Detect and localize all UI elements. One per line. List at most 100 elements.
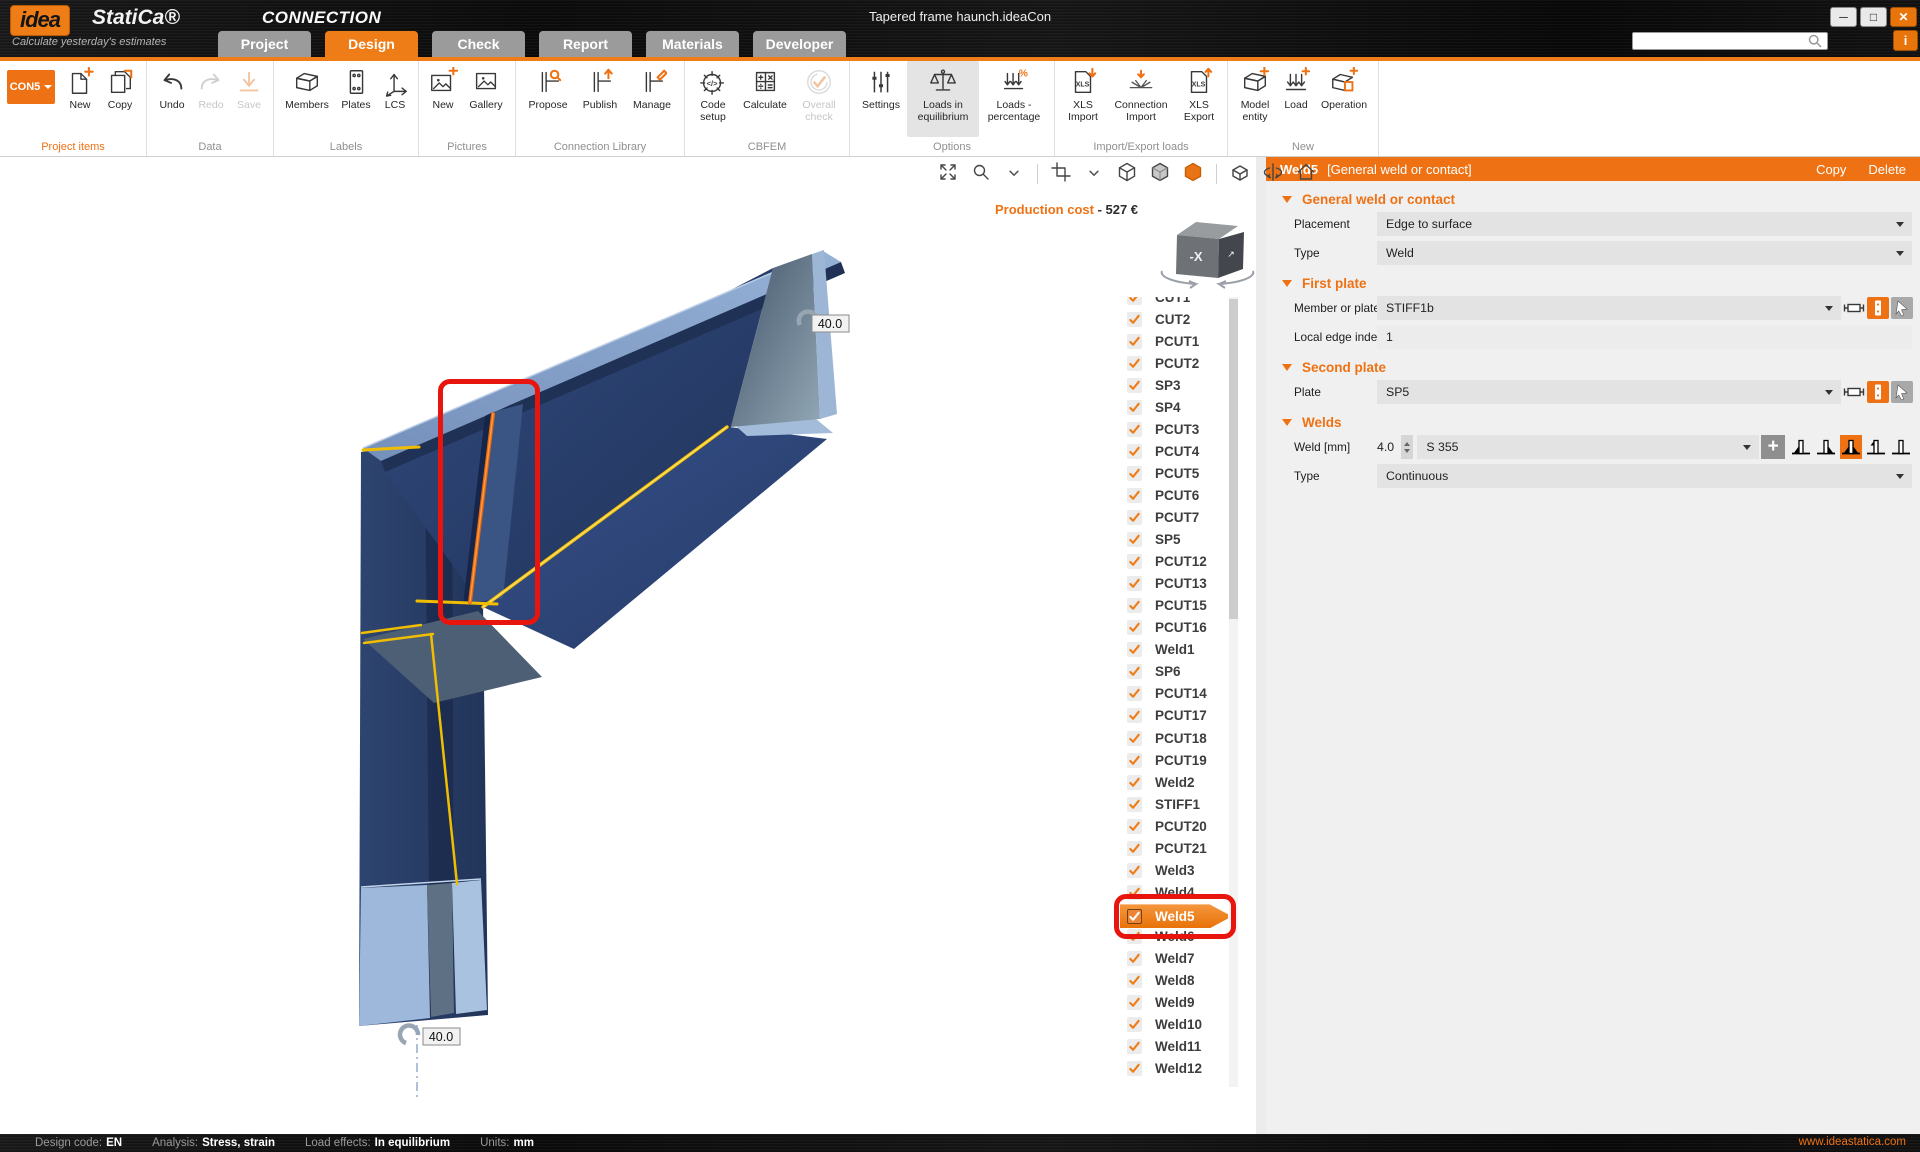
visibility-checkbox[interactable] xyxy=(1127,312,1142,327)
navigation-cube[interactable]: -X ↗ xyxy=(1162,222,1254,288)
visibility-checkbox[interactable] xyxy=(1127,598,1142,613)
tree-item-pcut15[interactable]: PCUT15 xyxy=(1120,596,1224,616)
visibility-checkbox[interactable] xyxy=(1127,731,1142,746)
visibility-checkbox[interactable] xyxy=(1127,554,1142,569)
visibility-checkbox[interactable] xyxy=(1127,951,1142,966)
plate-view-icon[interactable] xyxy=(1867,381,1889,403)
propose-button[interactable]: Propose xyxy=(521,61,575,137)
copy-button[interactable]: Copy xyxy=(1816,162,1846,177)
tree-item-pcut18[interactable]: PCUT18 xyxy=(1120,728,1224,748)
placement-select[interactable]: Edge to surface xyxy=(1377,212,1912,236)
plate-view-icon[interactable] xyxy=(1867,297,1889,319)
tree-item-weld3[interactable]: Weld3 xyxy=(1120,860,1224,880)
section-header-second-plate[interactable]: Second plate xyxy=(1282,360,1920,375)
weld-size-stepper[interactable] xyxy=(1401,435,1414,459)
tree-item-weld1[interactable]: Weld1 xyxy=(1120,640,1224,660)
tree-item-sp4[interactable]: SP4 xyxy=(1120,397,1224,417)
tab-developer[interactable]: Developer xyxy=(753,31,846,57)
tree-item-pcut2[interactable]: PCUT2 xyxy=(1120,353,1224,373)
visibility-checkbox[interactable] xyxy=(1127,297,1142,305)
tree-item-pcut14[interactable]: PCUT14 xyxy=(1120,684,1224,704)
loads-in-equilibrium-button[interactable]: Loads in equilibrium xyxy=(907,61,979,137)
tree-item-sp6[interactable]: SP6 xyxy=(1120,662,1224,682)
undo-button[interactable]: Undo xyxy=(152,61,192,137)
new-button[interactable]: New xyxy=(61,61,99,137)
close-button[interactable]: ✕ xyxy=(1890,7,1917,27)
weld-size-value[interactable]: 4.0 xyxy=(1377,440,1401,454)
visibility-checkbox[interactable] xyxy=(1127,664,1142,679)
weld-type-n-icon[interactable] xyxy=(1890,435,1912,459)
view-solid-button[interactable] xyxy=(1183,164,1203,184)
plates-button[interactable]: Plates xyxy=(335,61,377,137)
tab-project[interactable]: Project xyxy=(218,31,311,57)
visibility-checkbox[interactable] xyxy=(1127,708,1142,723)
tree-item-weld7[interactable]: Weld7 xyxy=(1120,949,1224,969)
model-entity-button[interactable]: Model entity xyxy=(1233,61,1277,137)
visibility-checkbox[interactable] xyxy=(1127,797,1142,812)
weld-type-lr-icon[interactable] xyxy=(1840,435,1862,459)
tree-item-pcut6[interactable]: PCUT6 xyxy=(1120,485,1224,505)
minimize-button[interactable]: ─ xyxy=(1830,7,1857,27)
tree-item-sp5[interactable]: SP5 xyxy=(1120,530,1224,550)
tree-item-pcut12[interactable]: PCUT12 xyxy=(1120,552,1224,572)
tree-item-weld11[interactable]: Weld11 xyxy=(1120,1037,1224,1057)
visibility-checkbox[interactable] xyxy=(1127,1017,1142,1032)
manage-button[interactable]: Manage xyxy=(625,61,679,137)
rotate-view-button[interactable] xyxy=(1263,164,1283,184)
visibility-checkbox[interactable] xyxy=(1127,841,1142,856)
plate-dimension-icon[interactable] xyxy=(1843,381,1865,403)
tree-item-pcut19[interactable]: PCUT19 xyxy=(1120,750,1224,770)
tree-item-sp3[interactable]: SP3 xyxy=(1120,375,1224,395)
tree-item-pcut16[interactable]: PCUT16 xyxy=(1120,618,1224,638)
visibility-checkbox[interactable] xyxy=(1127,1039,1142,1054)
pick-cursor-icon[interactable] xyxy=(1891,297,1913,319)
visibility-checkbox[interactable] xyxy=(1127,642,1142,657)
tree-item-cut1[interactable]: CUT1 xyxy=(1120,297,1224,307)
tree-item-pcut20[interactable]: PCUT20 xyxy=(1120,816,1224,836)
plate-select[interactable]: SP5 xyxy=(1377,380,1841,404)
settings-button[interactable]: Settings xyxy=(855,61,907,137)
info-button[interactable]: i xyxy=(1893,30,1918,51)
tree-item-stiff1[interactable]: STIFF1 xyxy=(1120,794,1224,814)
visibility-checkbox[interactable] xyxy=(1127,973,1142,988)
copy-button[interactable]: Copy xyxy=(99,61,141,137)
visibility-checkbox[interactable] xyxy=(1127,488,1142,503)
xls-export-button[interactable]: XLSXLS Export xyxy=(1176,61,1222,137)
visibility-checkbox[interactable] xyxy=(1127,576,1142,591)
tab-check[interactable]: Check xyxy=(432,31,525,57)
calculate-button[interactable]: Calculate xyxy=(736,61,794,137)
maximize-button[interactable]: □ xyxy=(1860,7,1887,27)
visibility-checkbox[interactable] xyxy=(1127,819,1142,834)
tree-item-weld9[interactable]: Weld9 xyxy=(1120,993,1224,1013)
publish-button[interactable]: Publish xyxy=(575,61,625,137)
visibility-checkbox[interactable] xyxy=(1127,1061,1142,1076)
tab-design[interactable]: Design xyxy=(325,31,418,57)
visibility-checkbox[interactable] xyxy=(1127,995,1142,1010)
model-canvas[interactable]: 40.0 40.0 -X ↗ xyxy=(0,157,1256,1134)
search-input[interactable] xyxy=(1632,32,1828,50)
tree-item-pcut4[interactable]: PCUT4 xyxy=(1120,441,1224,461)
section-header-first-plate[interactable]: First plate xyxy=(1282,276,1920,291)
tree-item-pcut3[interactable]: PCUT3 xyxy=(1120,419,1224,439)
section-header-welds[interactable]: Welds xyxy=(1282,415,1920,430)
tree-item-weld2[interactable]: Weld2 xyxy=(1120,772,1224,792)
operation-button[interactable]: Operation xyxy=(1315,61,1373,137)
type-select[interactable]: Weld xyxy=(1377,241,1912,265)
new-button[interactable]: New xyxy=(424,61,462,137)
delete-button[interactable]: Delete xyxy=(1868,162,1906,177)
home-view-button[interactable] xyxy=(1296,164,1316,184)
loads-percentage-button[interactable]: %Loads - percentage xyxy=(979,61,1049,137)
weld-type-l-icon[interactable] xyxy=(1790,435,1812,459)
tree-item-pcut21[interactable]: PCUT21 xyxy=(1120,838,1224,858)
visibility-checkbox[interactable] xyxy=(1127,620,1142,635)
visibility-checkbox[interactable] xyxy=(1127,444,1142,459)
tree-scrollbar-thumb[interactable] xyxy=(1229,299,1238,619)
tree-item-weld12[interactable]: Weld12 xyxy=(1120,1059,1224,1079)
add-weld-button[interactable]: + xyxy=(1761,435,1785,459)
tree-item-weld8[interactable]: Weld8 xyxy=(1120,971,1224,991)
weld-material-select[interactable]: S 355 xyxy=(1417,435,1759,459)
tree-item-pcut5[interactable]: PCUT5 xyxy=(1120,463,1224,483)
visibility-checkbox[interactable] xyxy=(1127,334,1142,349)
dimension-bottom[interactable]: 40.0 xyxy=(400,1025,460,1100)
xls-import-button[interactable]: XLSXLS Import xyxy=(1060,61,1106,137)
